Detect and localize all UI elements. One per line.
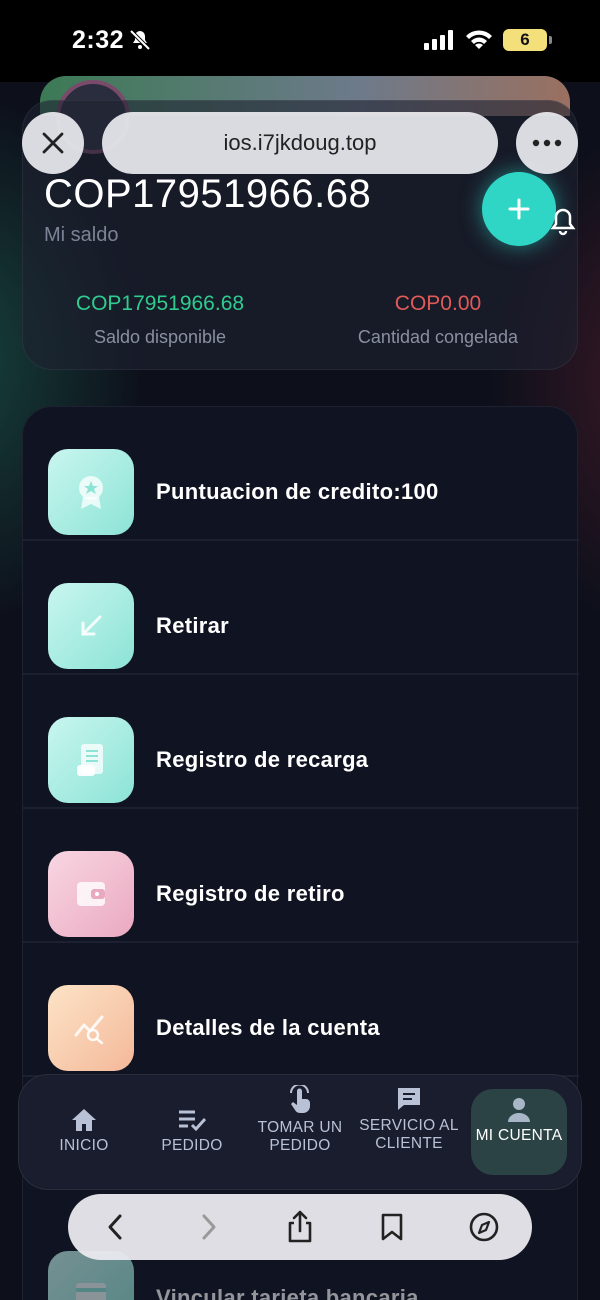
- url-bar[interactable]: ios.i7jkdoug.top: [102, 112, 498, 174]
- menu-item-withdraw-history[interactable]: Registro de retiro: [23, 809, 579, 943]
- menu-item-account-details[interactable]: Detalles de la cuenta: [23, 943, 579, 1077]
- silent-mode-icon: [129, 29, 151, 51]
- browser-toolbar: [68, 1194, 532, 1260]
- status-time: 2:32: [72, 26, 125, 54]
- tab-label: TOMAR UN PEDIDO: [257, 1119, 343, 1154]
- tab-servicio-cliente[interactable]: SERVICIO AL CLIENTE: [359, 1085, 459, 1153]
- arrow-down-left-icon: [48, 583, 134, 669]
- tab-pedido[interactable]: PEDIDO: [142, 1107, 242, 1155]
- tab-label: INICIO: [59, 1137, 109, 1154]
- frozen-label: Cantidad congelada: [357, 327, 519, 347]
- chat-icon: [398, 1088, 420, 1110]
- plus-icon: [508, 198, 530, 220]
- bookmarks-button[interactable]: [376, 1211, 408, 1243]
- menu-item-withdraw[interactable]: Retirar: [23, 541, 579, 675]
- share-button[interactable]: [284, 1210, 316, 1243]
- forward-button[interactable]: [192, 1211, 224, 1243]
- tab-inicio[interactable]: INICIO: [34, 1107, 134, 1155]
- tab-tomar-pedido[interactable]: TOMAR UN PEDIDO: [250, 1085, 350, 1155]
- balance-label: Mi saldo: [44, 224, 119, 246]
- tab-mi-cuenta[interactable]: MI CUENTA: [471, 1089, 567, 1175]
- app-screen: 2:32 6 COP17951966.68 Mi saldo COP179519…: [0, 0, 600, 1300]
- wifi-icon: [466, 30, 492, 49]
- menu-item-label: Registro de recarga: [156, 747, 369, 772]
- menu-item-label: Detalles de la cuenta: [156, 1015, 380, 1040]
- menu-item-label: Vincular tarjeta bancaria: [156, 1285, 419, 1300]
- tab-label: MI CUENTA: [475, 1127, 563, 1144]
- cellular-signal-icon: [424, 30, 453, 50]
- tab-label: SERVICIO AL CLIENTE: [359, 1117, 459, 1152]
- status-bar: 2:32 6: [0, 0, 600, 82]
- menu-item-recharge-history[interactable]: Registro de recarga: [23, 675, 579, 809]
- compass-icon: [469, 1212, 499, 1242]
- more-options-button[interactable]: [516, 112, 578, 174]
- battery-indicator: 6: [503, 29, 552, 51]
- tab-label: PEDIDO: [161, 1137, 223, 1154]
- add-funds-button[interactable]: [482, 172, 556, 246]
- menu-item-label: Retirar: [156, 613, 230, 638]
- chevron-right-icon: [202, 1214, 216, 1240]
- bookmark-icon: [381, 1213, 403, 1241]
- ellipsis-icon: [532, 139, 562, 147]
- chevron-left-icon: [108, 1214, 122, 1240]
- available-label: Saldo disponible: [93, 327, 227, 347]
- balance-amount: COP17951966.68: [44, 172, 372, 216]
- receipt-icon: [48, 717, 134, 803]
- badge-icon: [48, 449, 134, 535]
- home-icon: [72, 1109, 96, 1131]
- person-icon: [508, 1098, 530, 1122]
- bell-icon[interactable]: [550, 206, 576, 236]
- menu-item-label: Registro de retiro: [156, 881, 345, 906]
- close-icon: [42, 132, 64, 154]
- frozen-amount: COP0.00: [394, 292, 482, 315]
- share-icon: [288, 1210, 312, 1243]
- touch-icon: [290, 1085, 310, 1113]
- available-amount: COP17951966.68: [75, 292, 245, 315]
- bottom-tab-bar: INICIO PEDIDO TOMAR UN PEDIDO SERVICIO A…: [18, 1074, 582, 1190]
- menu-item-credit-score[interactable]: Puntuacion de credito:100: [23, 407, 579, 541]
- close-button[interactable]: [22, 112, 84, 174]
- menu-item-label: Puntuacion de credito:100: [156, 479, 439, 504]
- back-button[interactable]: [100, 1211, 132, 1243]
- wallet-icon: [48, 851, 134, 937]
- list-check-icon: [179, 1110, 207, 1132]
- tabs-button[interactable]: [468, 1211, 500, 1243]
- chart-search-icon: [48, 985, 134, 1071]
